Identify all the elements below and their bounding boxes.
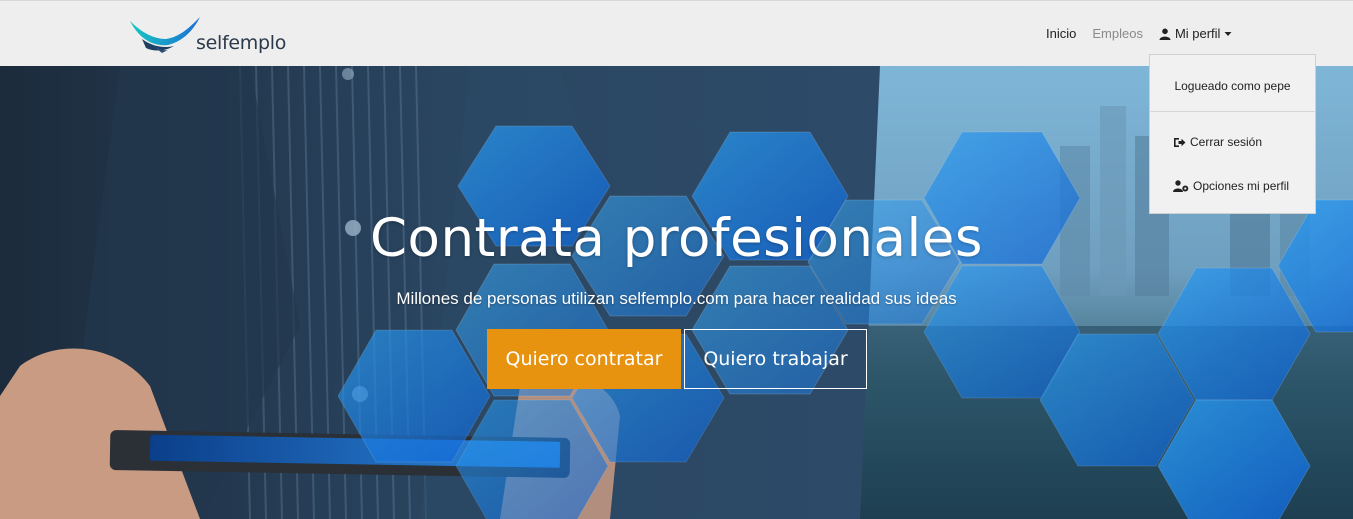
hero-subtitle: Millones de personas utilizan selfemplo.… <box>396 289 957 308</box>
nav-inicio[interactable]: Inicio <box>1046 26 1076 41</box>
profile-options-menu-item[interactable]: Opciones mi perfil <box>1173 179 1289 193</box>
nav-mi-perfil[interactable]: Mi perfil <box>1159 26 1233 41</box>
caret-down-icon <box>1224 31 1232 36</box>
hero-title: Contrata profesionales <box>370 208 983 269</box>
logged-in-as-label: Logueado como pepe <box>1174 79 1291 93</box>
hire-button[interactable]: Quiero contratar <box>487 329 681 389</box>
nav-mi-perfil-label: Mi perfil <box>1174 26 1221 41</box>
brand-name: selfemplo <box>196 32 287 54</box>
nav-empleos[interactable]: Empleos <box>1092 26 1143 41</box>
user-cog-icon <box>1173 180 1189 192</box>
logout-menu-item[interactable]: Cerrar sesión <box>1173 135 1262 149</box>
dropdown-divider <box>1150 111 1315 112</box>
work-button[interactable]: Quiero trabajar <box>684 329 867 389</box>
main-nav: Inicio Empleos Mi perfil <box>1046 26 1232 41</box>
logout-label: Cerrar sesión <box>1190 135 1263 149</box>
bird-logo-icon <box>130 17 200 53</box>
profile-dropdown-menu: Logueado como pepe Cerrar sesión Opcione… <box>1149 54 1316 214</box>
user-icon <box>1159 28 1171 40</box>
sign-out-icon <box>1174 137 1186 147</box>
profile-options-label: Opciones mi perfil <box>1193 179 1290 193</box>
brand-logo[interactable]: selfemplo <box>128 15 288 57</box>
